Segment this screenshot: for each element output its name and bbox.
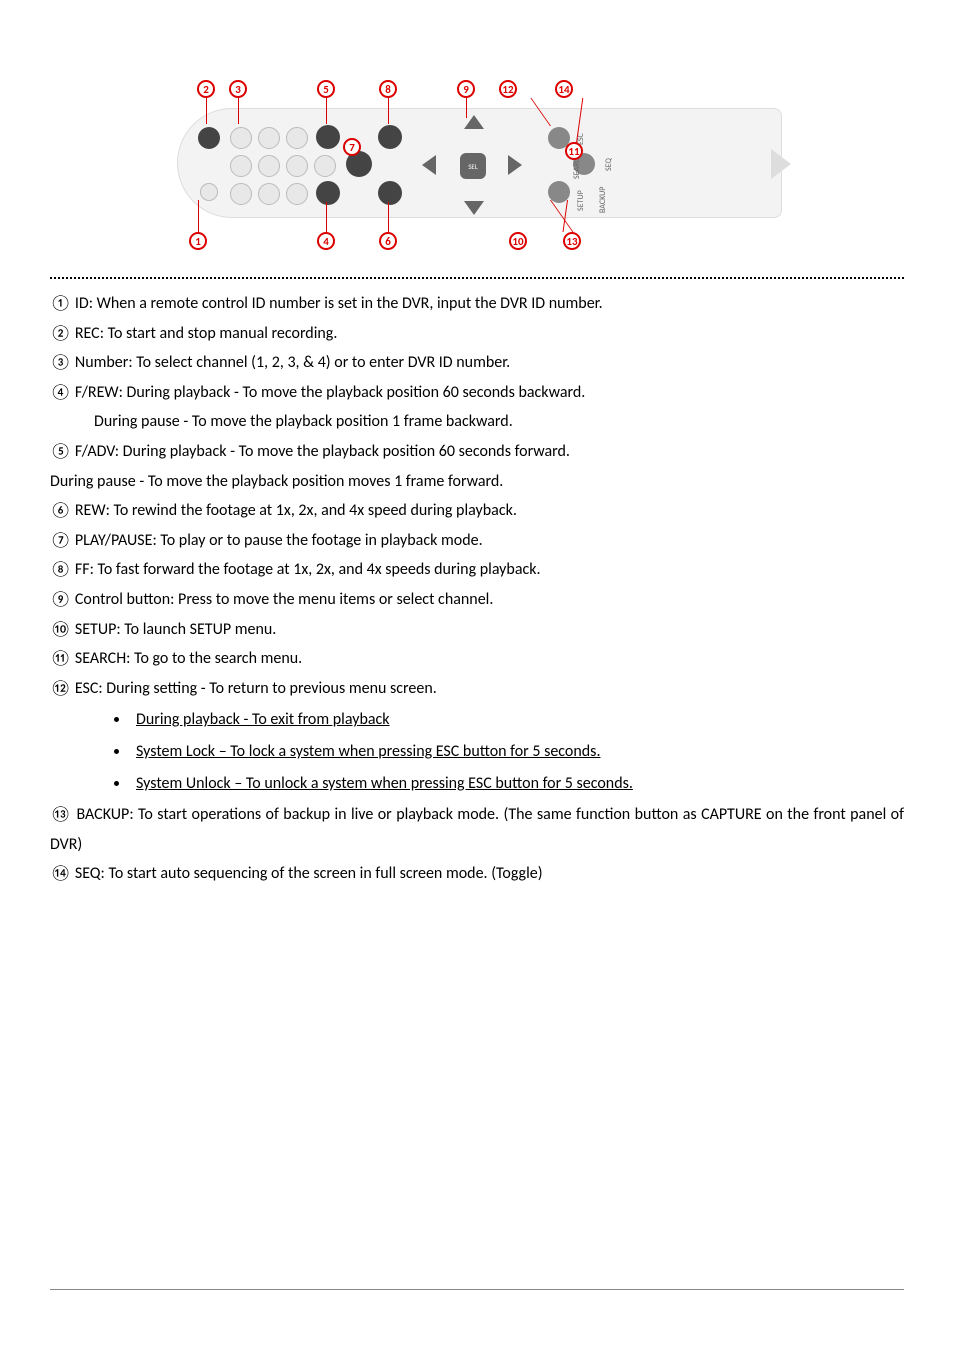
backup-label: BACKUP [598, 187, 608, 213]
callout-14: 14 [555, 80, 573, 98]
num7-button-icon [230, 183, 252, 205]
remote-diagram: ESC SEARCH SEQ SETUP BACKUP SEL 2 3 5 8 … [50, 80, 904, 255]
num4-button-icon [230, 155, 252, 177]
item-8: ⑧ FF: To fast forward the footage at 1x,… [50, 555, 904, 585]
seq-label: SEQ [604, 158, 614, 171]
lead-1 [198, 200, 199, 232]
callout-3: 3 [229, 80, 247, 98]
item-4-sub: During pause - To move the playback posi… [50, 407, 904, 437]
setup-label: SETUP [576, 190, 586, 211]
item-14: ⑭ SEQ: To start auto sequencing of the s… [50, 859, 904, 889]
dotted-separator [50, 277, 904, 279]
item-1: ① ID: When a remote control ID number is… [50, 289, 904, 319]
num6-button-icon [286, 155, 308, 177]
callout-8: 8 [379, 80, 397, 98]
num5-button-icon [258, 155, 280, 177]
num0-button-icon [314, 155, 336, 177]
item-6: ⑥ REW: To rewind the footage at 1x, 2x, … [50, 496, 904, 526]
arrow-left-icon [422, 155, 436, 175]
callout-1: 1 [189, 232, 207, 250]
lead-3 [238, 98, 239, 124]
dpad-center-icon: SEL [460, 153, 486, 179]
callout-13: 13 [563, 232, 581, 250]
item-9: ⑨ Control button: Press to move the menu… [50, 585, 904, 615]
lead-6 [388, 202, 389, 232]
item-3: ③ Number: To select channel (1, 2, 3, & … [50, 348, 904, 378]
lead-5 [326, 98, 327, 124]
bullet-lock: System Lock – To lock a system when pres… [130, 737, 904, 767]
callout-6: 6 [379, 232, 397, 250]
item-10: ⑩ SETUP: To launch SETUP menu. [50, 615, 904, 645]
arrow-up-icon [464, 115, 484, 129]
lead-4 [326, 202, 327, 232]
bullet-playback: During playback - To exit from playback [130, 705, 904, 735]
item-7: ⑦ PLAY/PAUSE: To play or to pause the fo… [50, 526, 904, 556]
lead-9 [466, 98, 467, 118]
bullet-unlock: System Unlock – To unlock a system when … [130, 769, 904, 799]
callout-7: 7 [343, 138, 361, 156]
description-list: ① ID: When a remote control ID number is… [50, 289, 904, 889]
arrow-right-icon [508, 155, 522, 175]
item-13: ⑬ BACKUP: To start operations of backup … [50, 800, 904, 859]
lead-2 [206, 98, 207, 124]
callout-10: 10 [509, 232, 527, 250]
rec-button-icon [198, 127, 220, 149]
item-5-sub: During pause - To move the playback posi… [50, 467, 904, 497]
dpad: SEL [422, 115, 522, 215]
lead-8 [388, 98, 389, 124]
ff-button-icon [378, 125, 402, 149]
item-11: ⑪ SEARCH: To go to the search menu. [50, 644, 904, 674]
frew-button-icon [316, 181, 340, 205]
callout-2: 2 [197, 80, 215, 98]
callout-4: 4 [317, 232, 335, 250]
num1-button-icon [230, 127, 252, 149]
rew-button-icon [378, 181, 402, 205]
footer-divider [50, 1289, 904, 1290]
callout-11: 11 [565, 142, 583, 160]
id-button-icon [200, 183, 218, 201]
num8-button-icon [258, 183, 280, 205]
diagram-canvas: ESC SEARCH SEQ SETUP BACKUP SEL 2 3 5 8 … [157, 80, 797, 255]
callout-9: 9 [457, 80, 475, 98]
num2-button-icon [258, 127, 280, 149]
item-12-bullets: During playback - To exit from playback … [50, 705, 904, 798]
item-4: ④ F/REW: During playback - To move the p… [50, 378, 904, 408]
num9-button-icon [286, 183, 308, 205]
callout-5: 5 [317, 80, 335, 98]
callout-12: 12 [499, 80, 517, 98]
item-2: ② REC: To start and stop manual recordin… [50, 319, 904, 349]
fadv-button-icon [316, 125, 340, 149]
item-5: ⑤ F/ADV: During playback - To move the p… [50, 437, 904, 467]
arrow-down-icon [464, 201, 484, 215]
num3-button-icon [286, 127, 308, 149]
item-12: ⑫ ESC: During setting - To return to pre… [50, 674, 904, 704]
